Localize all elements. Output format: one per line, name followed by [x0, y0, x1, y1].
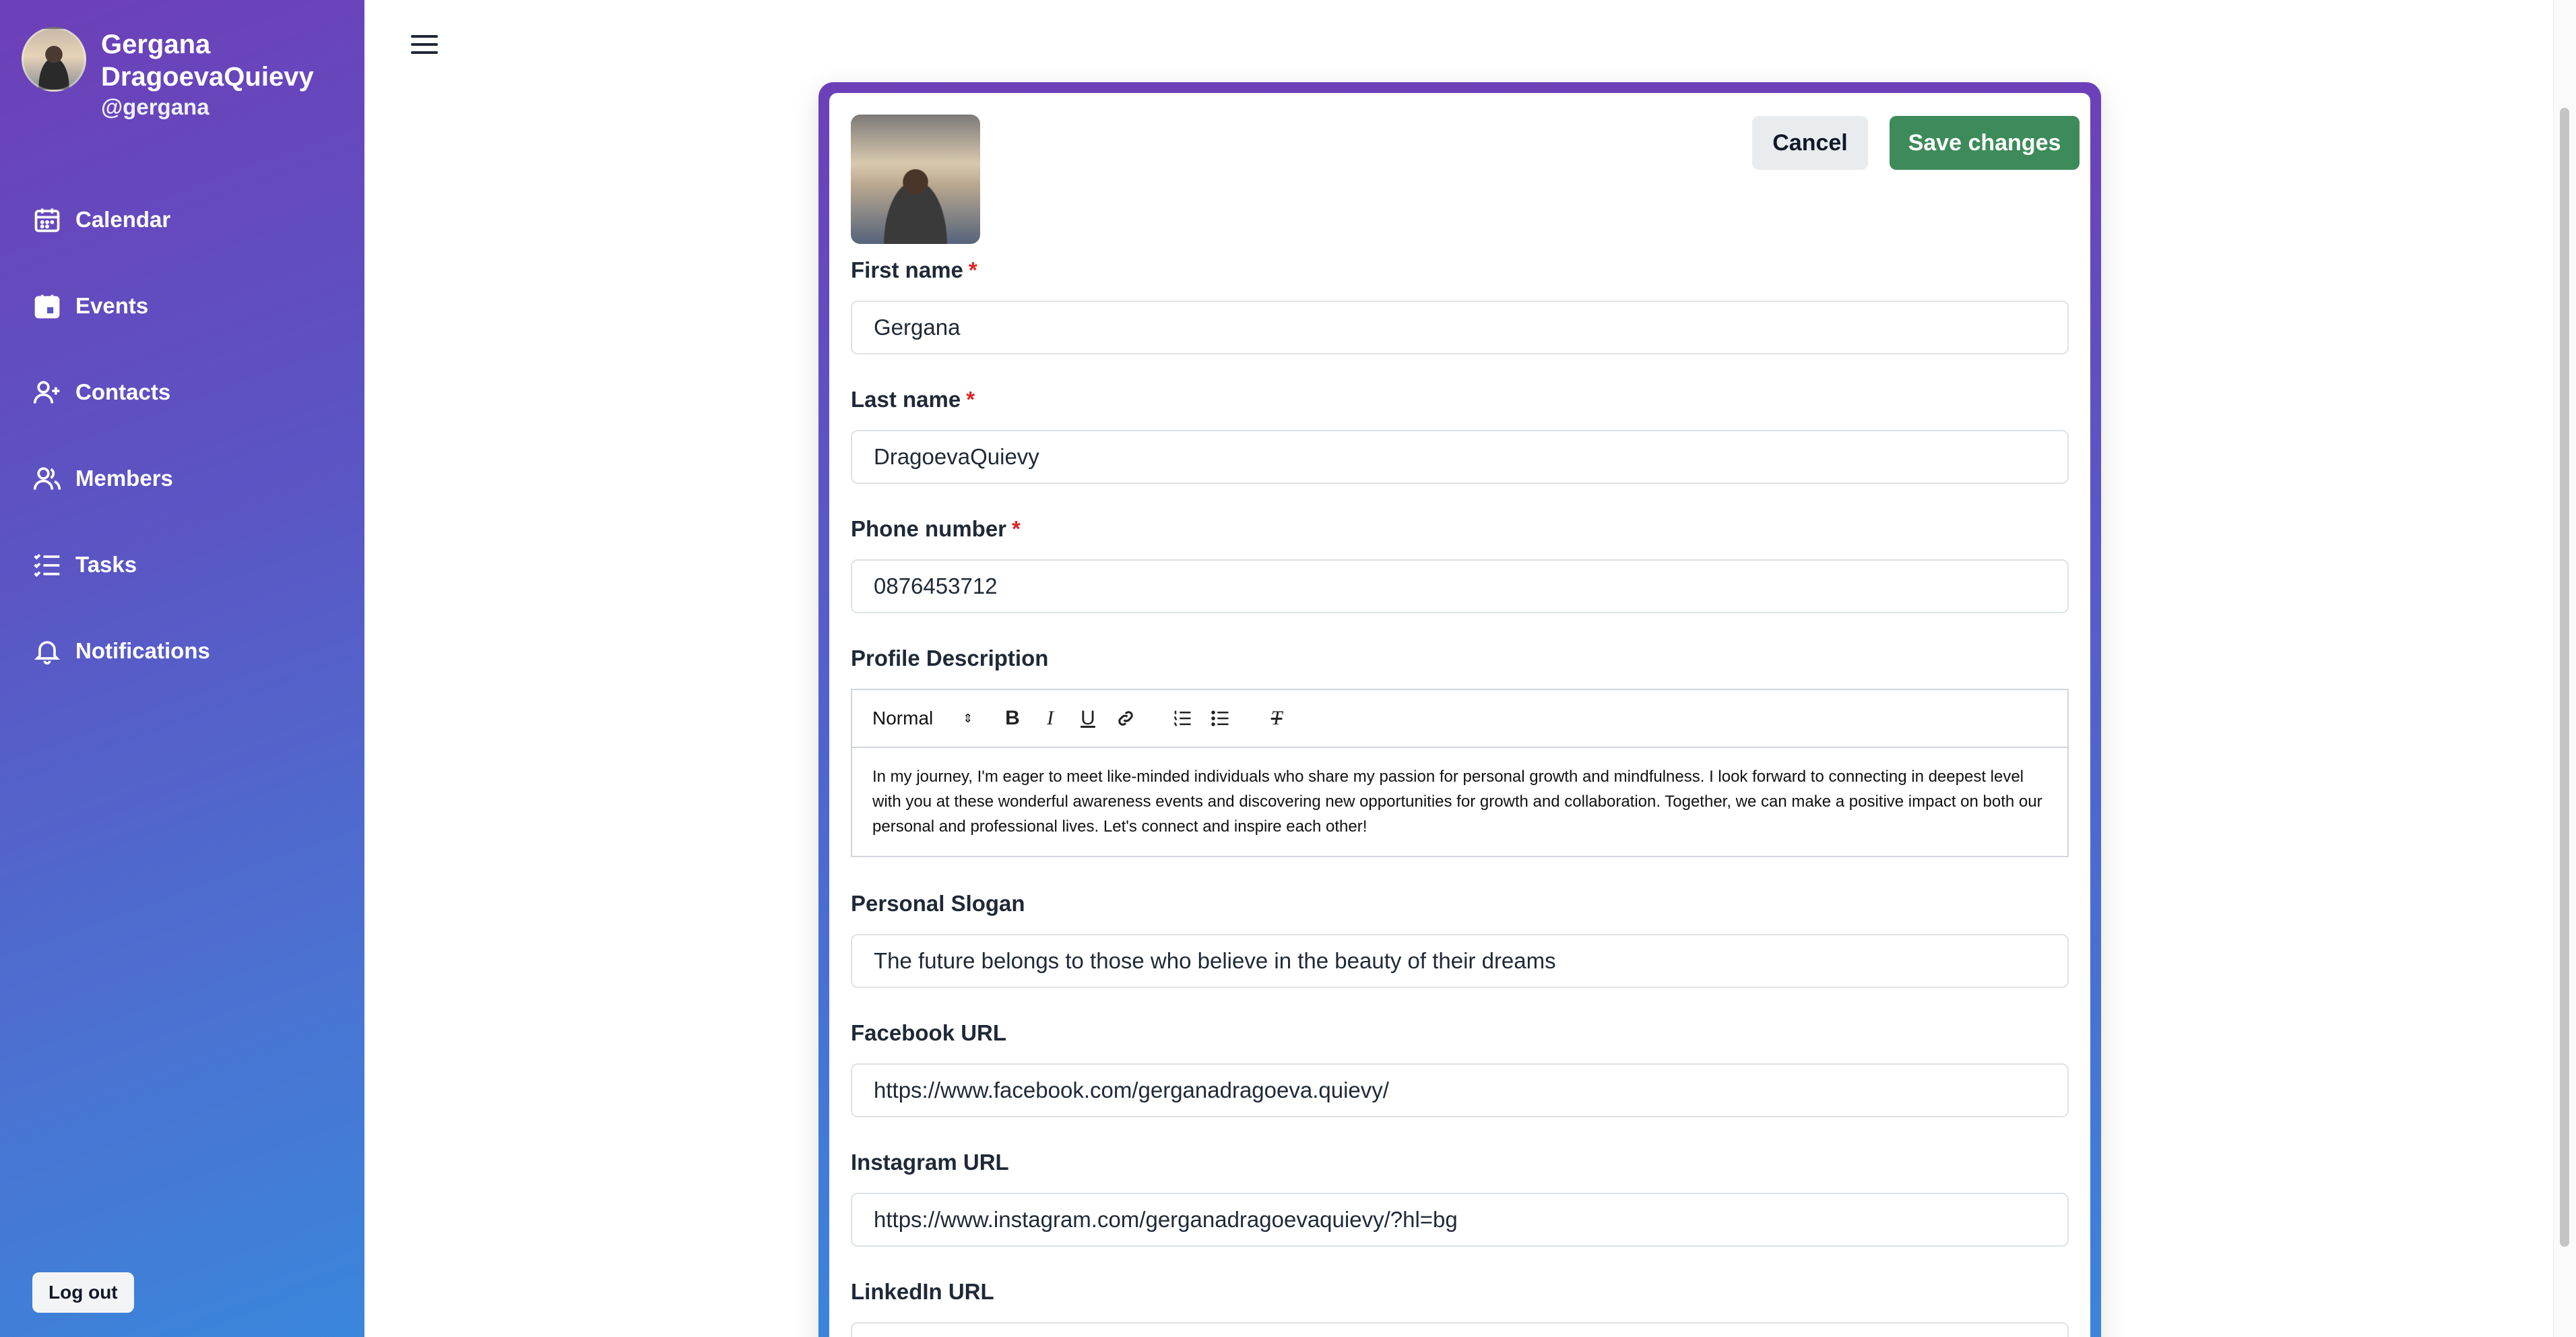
members-icon [33, 467, 61, 490]
phone-group: Phone number * [851, 516, 2069, 613]
tasks-icon [34, 554, 60, 578]
calendar-icon [34, 208, 60, 232]
user-handle: @gergana [101, 94, 210, 119]
slogan-input[interactable] [851, 934, 2069, 988]
ordered-list-glyph [1173, 710, 1191, 726]
save-changes-button[interactable]: Save changes [1890, 116, 2080, 170]
facebook-group: Facebook URL [851, 1020, 2069, 1117]
ordered-list-icon[interactable] [1163, 699, 1201, 737]
last-name-input[interactable] [851, 430, 2069, 484]
first-name-input[interactable] [851, 301, 2069, 354]
user-profile: Gergana DragoevaQuievy @gergana [22, 27, 371, 120]
menu-icon-bar [411, 51, 438, 54]
field-label-text: Phone number [851, 516, 1007, 541]
edit-profile-card-frame: Cancel Save changes First name* Last nam… [818, 82, 2101, 1337]
sidebar-item-label: Members [75, 466, 173, 491]
italic-icon[interactable]: I [1031, 699, 1069, 737]
user-name: Gergana DragoevaQuievy [101, 30, 314, 92]
phone-input[interactable] [851, 559, 2069, 613]
clear-format-icon[interactable]: T [1258, 699, 1295, 737]
linkedin-url-input[interactable] [851, 1322, 2069, 1337]
phone-label: Phone number * [851, 516, 2069, 546]
rich-text-editor: Normal ⇕ B I U T In my journey, I'm eage… [851, 689, 2069, 857]
sidebar-item-calendar[interactable]: Calendar [0, 177, 364, 263]
last-name-label: Last name * [851, 387, 2069, 416]
menu-icon-bar [411, 35, 438, 38]
link-icon-glyph [1118, 711, 1133, 726]
underline-icon[interactable]: U [1069, 699, 1107, 737]
format-select-value: Normal [872, 708, 934, 728]
sidebar-item-tasks[interactable]: Tasks [0, 522, 364, 608]
add-contact-icon [33, 381, 60, 404]
sidebar-item-label: Calendar [75, 207, 171, 232]
sidebar-item-label: Events [75, 293, 149, 318]
menu-icon-bar [411, 43, 438, 46]
sidebar-item-members[interactable]: Members [0, 435, 364, 522]
first-name-label: First name * [851, 257, 2069, 287]
sidebar-item-contacts[interactable]: Contacts [0, 349, 364, 435]
linkedin-group: LinkedIn URL [851, 1279, 2069, 1337]
event-icon [34, 294, 60, 319]
instagram-label: Instagram URL [851, 1150, 1009, 1175]
sidebar-item-notifications[interactable]: Notifications [0, 608, 364, 694]
instagram-url-input[interactable] [851, 1193, 2069, 1247]
field-label-text: Last name [851, 387, 961, 412]
description-editor[interactable]: In my journey, I'm eager to meet like-mi… [852, 748, 2067, 856]
description-label: Profile Description [851, 646, 1049, 671]
slogan-label: Personal Slogan [851, 891, 1025, 916]
bell-icon [34, 641, 61, 665]
facebook-label: Facebook URL [851, 1020, 1007, 1045]
edit-profile-card: Cancel Save changes First name* Last nam… [829, 93, 2090, 1337]
sidebar-item-label: Tasks [75, 552, 137, 577]
editor-toolbar: Normal ⇕ B I U T [852, 690, 2067, 748]
bold-icon[interactable]: B [994, 699, 1031, 737]
avatar[interactable] [22, 27, 86, 92]
bullet-list-icon[interactable] [1201, 699, 1239, 737]
sidebar: Gergana DragoevaQuievy @gergana Calendar… [0, 0, 364, 1337]
profile-text: Gergana DragoevaQuievy @gergana [101, 28, 371, 120]
facebook-url-input[interactable] [851, 1063, 2069, 1117]
slogan-group: Personal Slogan [851, 891, 2069, 988]
bullet-list-glyph [1211, 710, 1229, 726]
required-mark: * [1012, 516, 1021, 541]
linkedin-label: LinkedIn URL [851, 1279, 994, 1304]
scrollbar-thumb[interactable] [2560, 108, 2569, 1247]
link-icon[interactable] [1107, 699, 1145, 737]
description-group: Profile Description Normal ⇕ B I U T In … [851, 646, 2069, 857]
instagram-group: Instagram URL [851, 1150, 2069, 1247]
sidebar-item-label: Contacts [75, 379, 171, 404]
required-mark: * [966, 387, 975, 412]
cancel-button[interactable]: Cancel [1752, 116, 1868, 170]
menu-icon[interactable] [411, 35, 438, 59]
sidebar-nav: Calendar Events Contacts Members Tasks N… [0, 177, 364, 694]
format-select[interactable]: Normal ⇕ [872, 708, 994, 729]
first-name-group: First name * [851, 257, 2069, 354]
field-label-text: First name [851, 257, 963, 282]
required-mark: * [968, 257, 977, 282]
sidebar-item-events[interactable]: Events [0, 263, 364, 349]
last-name-group: Last name * [851, 387, 2069, 484]
profile-photo[interactable] [851, 115, 980, 244]
select-arrows-icon: ⇕ [963, 712, 973, 725]
logout-button[interactable]: Log out [32, 1272, 134, 1313]
sidebar-item-label: Notifications [75, 638, 210, 663]
